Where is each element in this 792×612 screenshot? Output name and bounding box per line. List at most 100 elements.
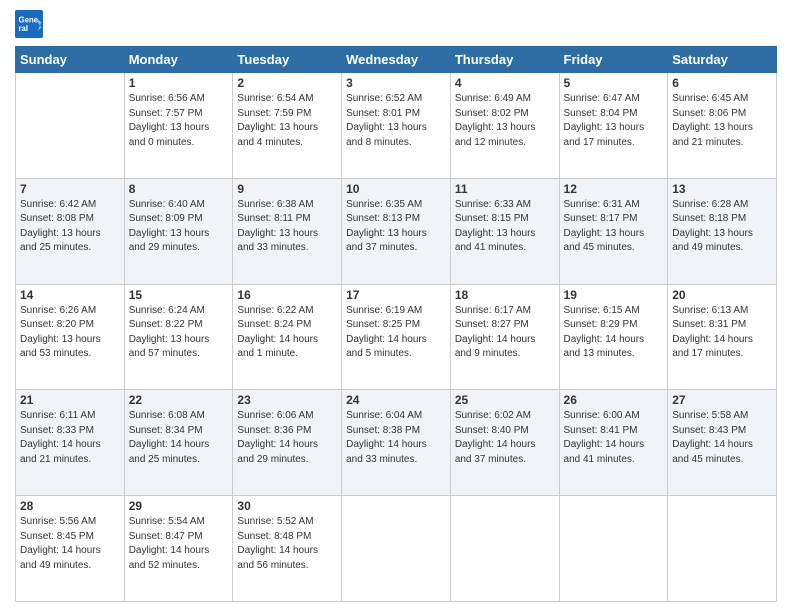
day-number: 17 bbox=[346, 288, 446, 302]
day-info: Sunrise: 6:54 AM Sunset: 7:59 PM Dayligh… bbox=[237, 92, 337, 150]
header-sunday: Sunday bbox=[16, 47, 125, 73]
calendar-cell-3-5: 18 Sunrise: 6:17 AM Sunset: 8:27 PM Dayl… bbox=[450, 284, 559, 390]
day-info: Sunrise: 6:08 AM Sunset: 8:34 PM Dayligh… bbox=[129, 409, 229, 467]
daylight-label: Daylight: 14 hours and 41 minutes. bbox=[564, 439, 645, 465]
daylight-label: Daylight: 13 hours and 37 minutes. bbox=[346, 228, 427, 254]
sunrise-label: Sunrise: 6:00 AM bbox=[564, 410, 640, 421]
sunset-label: Sunset: 8:15 PM bbox=[455, 213, 529, 224]
day-info: Sunrise: 6:15 AM Sunset: 8:29 PM Dayligh… bbox=[564, 304, 664, 362]
calendar-week-4: 21 Sunrise: 6:11 AM Sunset: 8:33 PM Dayl… bbox=[16, 390, 777, 496]
daylight-label: Daylight: 13 hours and 25 minutes. bbox=[20, 228, 101, 254]
daylight-label: Daylight: 13 hours and 45 minutes. bbox=[564, 228, 645, 254]
sunset-label: Sunset: 8:47 PM bbox=[129, 531, 203, 542]
sunset-label: Sunset: 8:48 PM bbox=[237, 531, 311, 542]
calendar-cell-4-2: 22 Sunrise: 6:08 AM Sunset: 8:34 PM Dayl… bbox=[124, 390, 233, 496]
daylight-label: Daylight: 13 hours and 29 minutes. bbox=[129, 228, 210, 254]
sunset-label: Sunset: 8:02 PM bbox=[455, 108, 529, 119]
sunset-label: Sunset: 8:04 PM bbox=[564, 108, 638, 119]
calendar-cell-5-3: 30 Sunrise: 5:52 AM Sunset: 8:48 PM Dayl… bbox=[233, 496, 342, 602]
calendar-cell-5-6 bbox=[559, 496, 668, 602]
day-info: Sunrise: 6:00 AM Sunset: 8:41 PM Dayligh… bbox=[564, 409, 664, 467]
day-info: Sunrise: 6:04 AM Sunset: 8:38 PM Dayligh… bbox=[346, 409, 446, 467]
calendar-cell-5-4 bbox=[342, 496, 451, 602]
calendar-cell-1-7: 6 Sunrise: 6:45 AM Sunset: 8:06 PM Dayli… bbox=[668, 73, 777, 179]
calendar-cell-5-5 bbox=[450, 496, 559, 602]
sunset-label: Sunset: 8:09 PM bbox=[129, 213, 203, 224]
sunrise-label: Sunrise: 5:52 AM bbox=[237, 516, 313, 527]
sunset-label: Sunset: 8:17 PM bbox=[564, 213, 638, 224]
daylight-label: Daylight: 13 hours and 4 minutes. bbox=[237, 122, 318, 148]
day-info: Sunrise: 6:47 AM Sunset: 8:04 PM Dayligh… bbox=[564, 92, 664, 150]
calendar-cell-2-6: 12 Sunrise: 6:31 AM Sunset: 8:17 PM Dayl… bbox=[559, 178, 668, 284]
sunset-label: Sunset: 8:43 PM bbox=[672, 425, 746, 436]
day-number: 27 bbox=[672, 393, 772, 407]
sunrise-label: Sunrise: 6:38 AM bbox=[237, 199, 313, 210]
day-number: 20 bbox=[672, 288, 772, 302]
day-info: Sunrise: 6:19 AM Sunset: 8:25 PM Dayligh… bbox=[346, 304, 446, 362]
day-info: Sunrise: 6:35 AM Sunset: 8:13 PM Dayligh… bbox=[346, 198, 446, 256]
daylight-label: Daylight: 14 hours and 17 minutes. bbox=[672, 334, 753, 360]
calendar-cell-4-3: 23 Sunrise: 6:06 AM Sunset: 8:36 PM Dayl… bbox=[233, 390, 342, 496]
day-number: 28 bbox=[20, 499, 120, 513]
day-info: Sunrise: 6:31 AM Sunset: 8:17 PM Dayligh… bbox=[564, 198, 664, 256]
sunrise-label: Sunrise: 6:47 AM bbox=[564, 93, 640, 104]
day-number: 19 bbox=[564, 288, 664, 302]
sunrise-label: Sunrise: 6:45 AM bbox=[672, 93, 748, 104]
daylight-label: Daylight: 14 hours and 33 minutes. bbox=[346, 439, 427, 465]
daylight-label: Daylight: 14 hours and 37 minutes. bbox=[455, 439, 536, 465]
day-info: Sunrise: 5:58 AM Sunset: 8:43 PM Dayligh… bbox=[672, 409, 772, 467]
day-number: 5 bbox=[564, 76, 664, 90]
calendar-cell-4-6: 26 Sunrise: 6:00 AM Sunset: 8:41 PM Dayl… bbox=[559, 390, 668, 496]
daylight-label: Daylight: 14 hours and 49 minutes. bbox=[20, 545, 101, 571]
calendar-week-2: 7 Sunrise: 6:42 AM Sunset: 8:08 PM Dayli… bbox=[16, 178, 777, 284]
sunrise-label: Sunrise: 6:40 AM bbox=[129, 199, 205, 210]
calendar-cell-1-3: 2 Sunrise: 6:54 AM Sunset: 7:59 PM Dayli… bbox=[233, 73, 342, 179]
daylight-label: Daylight: 14 hours and 9 minutes. bbox=[455, 334, 536, 360]
sunset-label: Sunset: 8:31 PM bbox=[672, 319, 746, 330]
calendar-cell-2-4: 10 Sunrise: 6:35 AM Sunset: 8:13 PM Dayl… bbox=[342, 178, 451, 284]
sunset-label: Sunset: 8:38 PM bbox=[346, 425, 420, 436]
day-number: 23 bbox=[237, 393, 337, 407]
calendar-cell-4-5: 25 Sunrise: 6:02 AM Sunset: 8:40 PM Dayl… bbox=[450, 390, 559, 496]
day-number: 30 bbox=[237, 499, 337, 513]
logo-icon: Gene ral bbox=[15, 10, 43, 38]
calendar-cell-2-2: 8 Sunrise: 6:40 AM Sunset: 8:09 PM Dayli… bbox=[124, 178, 233, 284]
calendar-cell-5-7 bbox=[668, 496, 777, 602]
calendar-week-5: 28 Sunrise: 5:56 AM Sunset: 8:45 PM Dayl… bbox=[16, 496, 777, 602]
calendar-cell-4-7: 27 Sunrise: 5:58 AM Sunset: 8:43 PM Dayl… bbox=[668, 390, 777, 496]
daylight-label: Daylight: 14 hours and 45 minutes. bbox=[672, 439, 753, 465]
day-number: 29 bbox=[129, 499, 229, 513]
svg-text:Gene: Gene bbox=[19, 15, 39, 24]
sunrise-label: Sunrise: 6:56 AM bbox=[129, 93, 205, 104]
day-number: 24 bbox=[346, 393, 446, 407]
header-thursday: Thursday bbox=[450, 47, 559, 73]
day-info: Sunrise: 6:13 AM Sunset: 8:31 PM Dayligh… bbox=[672, 304, 772, 362]
day-info: Sunrise: 6:40 AM Sunset: 8:09 PM Dayligh… bbox=[129, 198, 229, 256]
day-number: 11 bbox=[455, 182, 555, 196]
calendar-cell-2-3: 9 Sunrise: 6:38 AM Sunset: 8:11 PM Dayli… bbox=[233, 178, 342, 284]
day-info: Sunrise: 6:22 AM Sunset: 8:24 PM Dayligh… bbox=[237, 304, 337, 362]
day-number: 15 bbox=[129, 288, 229, 302]
calendar-cell-3-1: 14 Sunrise: 6:26 AM Sunset: 8:20 PM Dayl… bbox=[16, 284, 125, 390]
day-info: Sunrise: 6:42 AM Sunset: 8:08 PM Dayligh… bbox=[20, 198, 120, 256]
daylight-label: Daylight: 14 hours and 13 minutes. bbox=[564, 334, 645, 360]
sunrise-label: Sunrise: 6:22 AM bbox=[237, 305, 313, 316]
sunset-label: Sunset: 8:45 PM bbox=[20, 531, 94, 542]
sunset-label: Sunset: 8:25 PM bbox=[346, 319, 420, 330]
daylight-label: Daylight: 13 hours and 0 minutes. bbox=[129, 122, 210, 148]
day-info: Sunrise: 6:49 AM Sunset: 8:02 PM Dayligh… bbox=[455, 92, 555, 150]
sunset-label: Sunset: 8:22 PM bbox=[129, 319, 203, 330]
calendar-cell-5-1: 28 Sunrise: 5:56 AM Sunset: 8:45 PM Dayl… bbox=[16, 496, 125, 602]
calendar-cell-3-7: 20 Sunrise: 6:13 AM Sunset: 8:31 PM Dayl… bbox=[668, 284, 777, 390]
sunrise-label: Sunrise: 6:35 AM bbox=[346, 199, 422, 210]
sunrise-label: Sunrise: 6:26 AM bbox=[20, 305, 96, 316]
calendar-cell-2-7: 13 Sunrise: 6:28 AM Sunset: 8:18 PM Dayl… bbox=[668, 178, 777, 284]
calendar-cell-1-5: 4 Sunrise: 6:49 AM Sunset: 8:02 PM Dayli… bbox=[450, 73, 559, 179]
sunrise-label: Sunrise: 6:49 AM bbox=[455, 93, 531, 104]
sunset-label: Sunset: 8:34 PM bbox=[129, 425, 203, 436]
daylight-label: Daylight: 14 hours and 21 minutes. bbox=[20, 439, 101, 465]
calendar-header-row: SundayMondayTuesdayWednesdayThursdayFrid… bbox=[16, 47, 777, 73]
day-info: Sunrise: 6:11 AM Sunset: 8:33 PM Dayligh… bbox=[20, 409, 120, 467]
daylight-label: Daylight: 14 hours and 1 minute. bbox=[237, 334, 318, 360]
day-info: Sunrise: 5:52 AM Sunset: 8:48 PM Dayligh… bbox=[237, 515, 337, 573]
